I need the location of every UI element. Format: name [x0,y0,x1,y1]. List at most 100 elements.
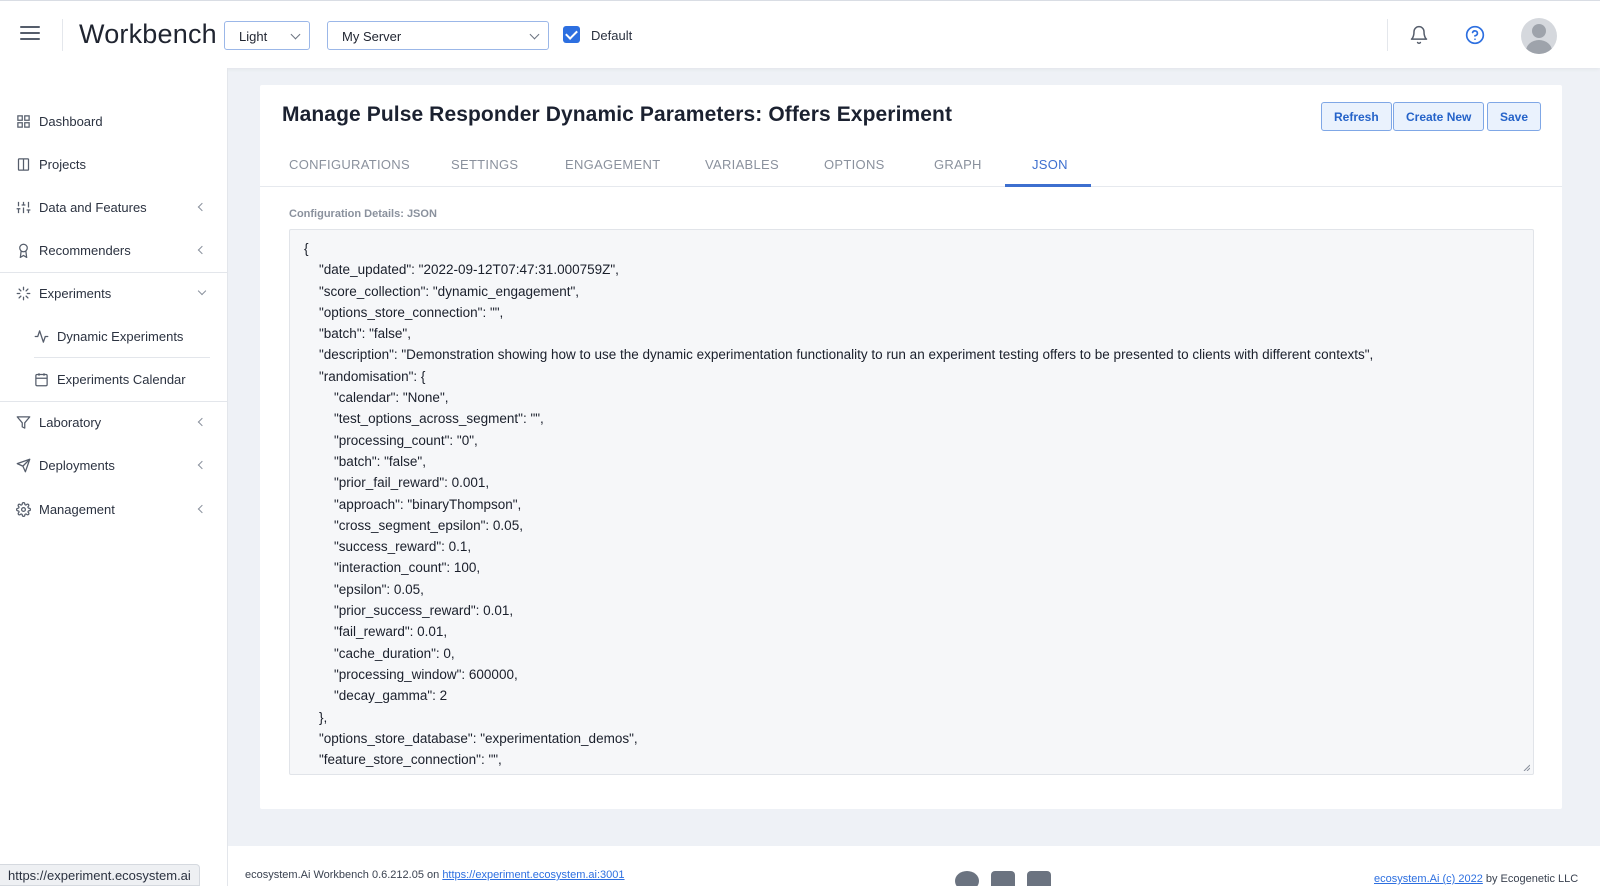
page-title: Manage Pulse Responder Dynamic Parameter… [282,103,953,126]
linkedin-icon[interactable] [1027,871,1051,886]
calendar-icon [35,373,48,387]
json-line: "date_updated": "2022-09-12T07:47:31.000… [304,262,619,278]
sidebar-item-label: Dashboard [39,114,103,129]
footer-copyright: ecosystem.Ai (c) 2022 by Ecogenetic LLC [1374,873,1578,885]
save-button[interactable]: Save [1487,102,1542,131]
loader-icon [16,286,31,301]
tab-options[interactable]: OPTIONS [824,157,885,172]
json-line: "cache_duration": 0, [304,645,455,661]
chevron-left-icon [197,245,207,255]
sliders-icon [16,201,31,214]
tab-bar: CONFIGURATIONS SETTINGS ENGAGEMENT VARIA… [260,141,1562,187]
sidebar-item-data-and-features[interactable]: Data and Features [0,186,228,229]
server-select-value: My Server [342,29,402,44]
tab-engagement[interactable]: ENGAGEMENT [565,157,660,172]
theme-select[interactable]: Light [224,21,310,50]
sidebar-item-experiments-calendar[interactable]: Experiments Calendar [0,358,228,401]
sidebar-item-label: Laboratory [39,415,102,430]
json-line: "success_reward": 0.1, [304,539,472,555]
json-line: "test_options_across_segment": "", [304,411,544,427]
footer: ecosystem.Ai Workbench 0.6.212.05 on htt… [228,846,1600,886]
server-select[interactable]: My Server [327,21,549,50]
sidebar-item-label: Dynamic Experiments [57,329,184,344]
sidebar-item-label: Management [39,502,115,517]
chevron-left-icon [197,460,207,470]
footer-version: ecosystem.Ai Workbench 0.6.212.05 on htt… [245,869,625,881]
sidebar-item-label: Experiments Calendar [57,372,186,387]
sidebar-item-label: Recommenders [39,243,131,258]
chevron-left-icon [197,504,207,514]
json-line: { [304,241,309,256]
twitter-icon[interactable] [991,871,1015,886]
filter-icon [16,416,31,429]
default-checkbox[interactable] [563,26,580,43]
github-icon[interactable] [955,871,979,886]
menu-icon[interactable] [20,26,40,42]
tab-configurations[interactable]: CONFIGURATIONS [289,157,410,172]
json-line: "randomisation": { [304,368,426,384]
chevron-down-icon [197,286,207,296]
tab-settings[interactable]: SETTINGS [451,157,518,172]
refresh-button[interactable]: Refresh [1321,102,1392,131]
grid-icon [17,115,30,128]
sidebar-item-deployments[interactable]: Deployments [0,444,228,487]
footer-version-link[interactable]: https://experiment.ecosystem.ai:3001 [442,869,624,881]
sidebar-item-management[interactable]: Management [0,488,228,531]
footer-version-text: ecosystem.Ai Workbench 0.6.212.05 on [245,869,440,881]
sidebar-item-label: Experiments [39,286,112,301]
main-card: Manage Pulse Responder Dynamic Parameter… [260,85,1562,809]
sidebar-item-projects[interactable]: Projects [0,143,228,186]
theme-select-value: Light [239,29,268,44]
bell-icon[interactable] [1409,25,1429,45]
top-bar: Workbench Light My Server Default [0,0,1600,68]
json-line: "decay_gamma": 2 [304,688,448,704]
sidebar-item-dynamic-experiments[interactable]: Dynamic Experiments [0,315,228,358]
app-title: Workbench [79,19,217,49]
book-icon [17,158,30,171]
chevron-left-icon [197,417,207,427]
settings-icon [16,502,31,517]
json-line: "calendar": "None", [304,390,449,406]
field-label: Configuration Details: JSON [289,208,437,220]
sidebar: Dashboard Projects Data and Features Rec… [0,68,228,886]
default-checkbox-label: Default [591,28,633,43]
json-line: "processing_count": "0", [304,432,478,448]
json-line: "prior_fail_reward": 0.001, [304,475,490,491]
tab-variables[interactable]: VARIABLES [705,157,779,172]
chevron-down-icon [290,29,301,40]
sidebar-item-laboratory[interactable]: Laboratory [0,401,228,444]
tab-json[interactable]: JSON [1032,157,1068,172]
create-new-button[interactable]: Create New [1393,102,1485,131]
json-line: "prior_success_reward": 0.01, [304,603,514,619]
copyright-suffix: by Ecogenetic LLC [1482,873,1579,885]
json-line: "options_store_connection": "", [304,304,504,320]
copyright-link[interactable]: ecosystem.Ai (c) 2022 [1374,873,1483,885]
json-line: "approach": "binaryThompson", [304,496,522,512]
award-icon [19,243,28,258]
resize-handle-icon[interactable] [1522,763,1530,771]
sidebar-item-experiments[interactable]: Experiments [0,272,228,315]
json-line: "score_collection": "dynamic_engagement"… [304,283,580,299]
help-icon[interactable] [1465,25,1485,45]
sidebar-item-label: Data and Features [39,200,147,215]
chevron-left-icon [197,202,207,212]
status-bar-url: https://experiment.ecosystem.ai [0,864,200,886]
sidebar-item-label: Projects [39,157,86,172]
send-icon [16,458,31,473]
sidebar-item-recommenders[interactable]: Recommenders [0,229,228,272]
avatar[interactable] [1521,18,1557,54]
active-tab-indicator [1005,184,1091,187]
json-line: "batch": "false", [304,453,426,469]
json-line: "options_store_database": "experimentati… [304,730,638,746]
sidebar-item-dashboard[interactable]: Dashboard [0,100,228,143]
json-line: }, [304,709,328,725]
json-line: "processing_window": 600000, [304,666,518,682]
divider [62,19,63,51]
activity-icon [34,330,49,343]
sidebar-item-label: Deployments [39,458,115,473]
json-textarea[interactable]: { "date_updated": "2022-09-12T07:47:31.0… [289,229,1534,775]
json-line: "interaction_count": 100, [304,560,481,576]
divider [1387,19,1388,51]
tab-graph[interactable]: GRAPH [934,157,982,172]
json-line: "epsilon": 0.05, [304,581,424,597]
